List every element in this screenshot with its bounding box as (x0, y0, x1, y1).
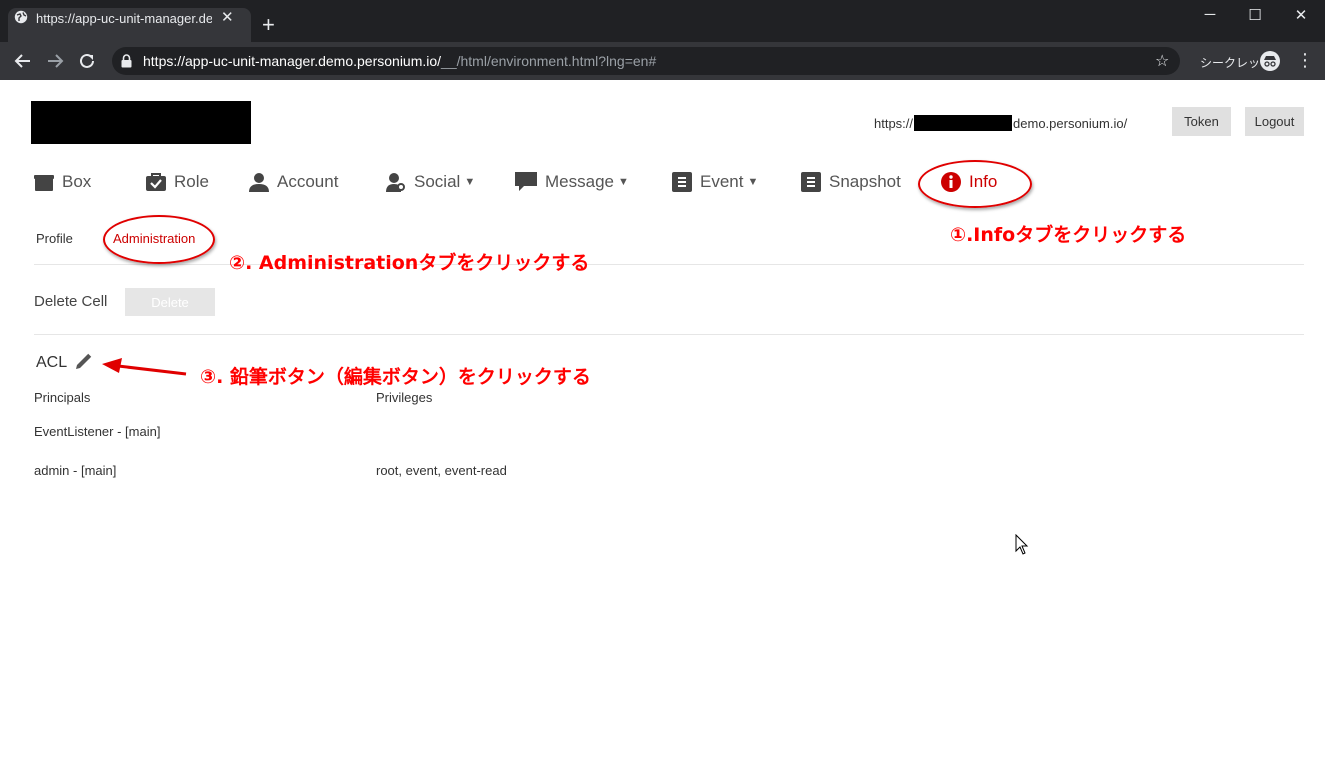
user-icon (249, 173, 269, 192)
delete-cell-label: Delete Cell (34, 293, 108, 310)
back-icon[interactable] (14, 52, 32, 70)
briefcase-check-icon (146, 173, 166, 191)
close-tab-icon[interactable]: ✕ (221, 8, 234, 26)
column-header-principals: Principals (34, 390, 91, 405)
minimize-icon[interactable]: ─ (1195, 6, 1225, 23)
annotation-step1: ①.Infoタブをクリックする (950, 224, 1187, 246)
lock-icon (121, 54, 132, 68)
annotation-step2: ②. Administrationタブをクリックする (229, 252, 590, 274)
nav-box[interactable]: Box (34, 172, 91, 192)
chevron-down-icon: ▼ (747, 176, 759, 188)
comment-icon (515, 172, 537, 191)
chevron-down-icon: ▼ (617, 176, 629, 188)
annotation-step3: ③. 鉛筆ボタン（編集ボタン）をクリックする (200, 366, 591, 388)
acl-privileges: root, event, event-read (376, 463, 507, 478)
acl-principal: EventListener - [main] (34, 424, 161, 439)
cell-url: https://demo.personium.io/ (874, 115, 1128, 131)
nav-role[interactable]: Role (146, 172, 209, 192)
list-alt-icon (672, 172, 692, 192)
annotation-arrow (102, 358, 187, 376)
logout-button[interactable]: Logout (1245, 107, 1304, 136)
user-link-icon (386, 173, 405, 192)
acl-title: ACL (36, 354, 68, 371)
maximize-icon[interactable]: ☐ (1240, 6, 1270, 24)
logo-redacted (31, 101, 251, 144)
annotation-ellipse (103, 215, 215, 264)
incognito-icon[interactable] (1260, 51, 1280, 71)
pencil-icon[interactable] (75, 353, 92, 370)
divider (34, 334, 1304, 335)
box-icon (34, 175, 54, 191)
menu-dots-icon[interactable]: ⋮ (1296, 50, 1314, 70)
redacted-block (914, 115, 1013, 131)
nav-account[interactable]: Account (249, 172, 338, 192)
chevron-down-icon: ▼ (464, 176, 476, 188)
forward-icon[interactable] (46, 52, 64, 70)
bookmark-star-icon[interactable]: ☆ (1155, 51, 1169, 71)
reload-icon[interactable] (78, 52, 96, 70)
annotation-ellipse (918, 160, 1032, 208)
close-window-icon[interactable]: ✕ (1286, 6, 1316, 24)
divider (34, 264, 1304, 265)
mouse-cursor-icon (1015, 534, 1029, 555)
nav-social[interactable]: Social ▼ (386, 172, 475, 192)
tab-profile[interactable]: Profile (36, 231, 73, 246)
url-text: https://app-uc-unit-manager.demo.personi… (143, 53, 657, 69)
nav-event[interactable]: Event ▼ (672, 172, 758, 192)
globe-icon (14, 10, 28, 24)
list-alt-icon (801, 172, 821, 192)
acl-principal: admin - [main] (34, 463, 117, 478)
nav-snapshot[interactable]: Snapshot (801, 172, 901, 192)
token-button[interactable]: Token (1172, 107, 1231, 136)
delete-button[interactable]: Delete (125, 288, 215, 316)
new-tab-icon[interactable]: + (262, 14, 275, 36)
tab-title: https://app-uc-unit-manager.dem (36, 11, 212, 26)
column-header-privileges: Privileges (376, 390, 433, 405)
nav-message[interactable]: Message ▼ (515, 172, 629, 192)
